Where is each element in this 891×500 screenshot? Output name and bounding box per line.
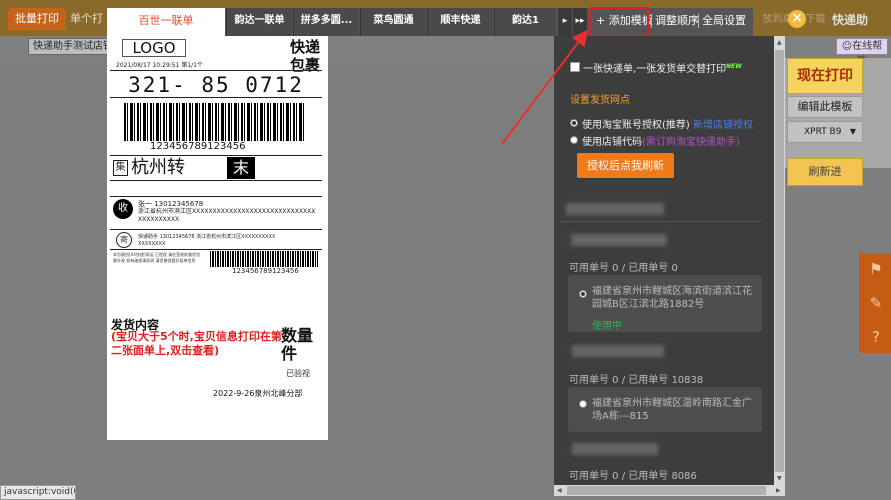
auth-refresh-button[interactable]: 授权后点我刷新 [577, 153, 674, 178]
barcode-small [210, 251, 318, 267]
header-separator [651, 14, 652, 28]
blurred-account [571, 234, 667, 246]
blurred-account [572, 443, 658, 455]
add-template-highlight [589, 7, 649, 37]
panel-hscroll-thumb[interactable] [567, 486, 766, 495]
new-badge: NEW [726, 63, 742, 70]
tab-single-print[interactable]: 单个打 [70, 8, 110, 30]
option-taobao: 使用淘宝账号授权(推荐) 新增店铺授权 [582, 116, 753, 131]
radio-taobao-auth[interactable] [570, 119, 578, 127]
add-shop-auth-link[interactable]: 新增店铺授权 [693, 120, 753, 131]
terms-text: 本包裹由[XX快递]承运 已验视 请在签收前查验包裹外观 如有破损请拒收 请妥善… [113, 252, 201, 263]
tab-scroll-end-icon[interactable]: ▸▸ [573, 8, 587, 36]
dest-tag-badge: 集 [113, 160, 128, 176]
scroll-up-icon[interactable]: ▲ [777, 39, 782, 46]
scroll-left-icon[interactable]: ◀ [557, 487, 562, 494]
edit-note-icon[interactable]: ✎ [866, 293, 886, 313]
radio-address-2[interactable] [579, 400, 587, 408]
chevron-down-icon: ▼ [849, 127, 856, 136]
barcode-number: 123456789123456 [150, 141, 246, 152]
receiver-icon: 收 [113, 199, 133, 219]
question-icon[interactable]: ? [866, 327, 886, 347]
barcode-small-number: 123456789123456 [232, 267, 299, 275]
help-icon: ☺ [841, 41, 853, 52]
refresh-button[interactable]: 刷新进 [787, 158, 863, 186]
quantity-label: 数量件 [281, 326, 314, 363]
tab-template-0[interactable]: 百世一联单 [107, 8, 225, 36]
alternate-print-label: 一张快递单,一张发货单交替打印 [583, 64, 727, 75]
radio-address-1[interactable] [579, 290, 587, 298]
panel-scroll-thumb[interactable] [775, 50, 784, 472]
section-title: 设置发货网点 [570, 95, 630, 106]
online-help-button[interactable]: ☺在线帮助 [836, 38, 888, 67]
carrier-logo: LOGO [122, 39, 186, 57]
tab-template-4[interactable]: 顺丰快递 [427, 8, 493, 36]
subscribe-link[interactable]: (需订购淘宝快递助手) [642, 137, 740, 148]
address-2: 福建省泉州市鲤城区温岭南路汇金广场A栋---815 [592, 398, 752, 422]
blurred-account [572, 345, 664, 357]
inspected-label: 已验视 [286, 369, 310, 378]
print-now-button[interactable]: 现在打印 [787, 58, 863, 94]
barcode [124, 103, 304, 141]
panel-divider [560, 221, 762, 222]
tab-template-5[interactable]: 韵达1 [494, 8, 556, 36]
printer-select[interactable]: XPRT B9 ▼ [787, 121, 863, 143]
address-1: 福建省泉州市鲤城区海滨街道滨江花园城B区江滨北路1882号 [592, 286, 752, 310]
global-settings-button[interactable]: 全局设置 [702, 8, 746, 36]
notification-icon[interactable]: ⚑ [866, 259, 886, 279]
close-icon[interactable]: × [788, 10, 806, 28]
destination-city: 杭州转 [131, 157, 185, 178]
waybill-count-2: 可用单号 0 / 已用单号 10838 [569, 375, 704, 386]
sender-icon: 寄 [116, 232, 132, 248]
tab-template-2[interactable]: 拼多多圆... [293, 8, 359, 36]
printer-value: XPRT B9 [804, 127, 842, 137]
option-shop: 使用店铺代码(需订购淘宝快递助手) [582, 133, 740, 148]
address-1-status: 使用中 [592, 321, 622, 332]
goods-note: (宝贝大于5个时,宝贝信息打印在第二张面单上,双击查看) [111, 330, 282, 357]
tab-batch-print[interactable]: 批量打印 [8, 8, 66, 30]
brand-logo: 快递助 [832, 13, 869, 27]
scroll-right-icon[interactable]: ▶ [776, 487, 781, 494]
radio-shop-code[interactable] [570, 136, 578, 144]
alternate-print-checkbox[interactable] [570, 62, 580, 72]
waybill-count-1: 可用单号 0 / 已用单号 0 [569, 263, 678, 274]
tab-template-3[interactable]: 菜鸟圆通 [360, 8, 426, 36]
header-separator [698, 14, 699, 28]
edit-template-button[interactable]: 编辑此模板 [787, 96, 863, 118]
option-taobao-label: 使用淘宝账号授权(推荐) [582, 120, 690, 131]
adjust-order-button[interactable]: 调整顺序 [655, 8, 699, 36]
browser-status-bar: javascript:void(0) [0, 485, 76, 500]
tab-template-1[interactable]: 韵达一联单 [226, 8, 292, 36]
blurred-account [566, 203, 664, 215]
tab-scroll-right-icon[interactable]: ▸ [558, 8, 572, 36]
option-shop-label: 使用店铺代码 [582, 137, 642, 148]
scroll-down-icon[interactable]: ▼ [777, 475, 782, 482]
waybill-count-3: 可用单号 0 / 已用单号 8086 [569, 471, 697, 482]
footer-date: 2022-9-26泉州北峰分部 [213, 389, 303, 398]
express-title: 快递包裹 [290, 38, 321, 74]
sender-info: 快递助手 13012345678 浙江省杭州市滨江区XXXXXXXXXXXXXX… [138, 234, 276, 247]
shop-select-button[interactable]: 快递助手测试店铺 [28, 38, 108, 55]
destination-end-badge: 末 [227, 157, 255, 179]
receiver-address: 浙江省杭州市滨江区XXXXXXXXXXXXXXXXXXXXXXXXXXXXXXX… [138, 208, 316, 223]
sort-code: 321- 85 0712 [110, 70, 322, 98]
print-datetime: 2021/08/17 10:29:51 第1/1个 [116, 62, 204, 69]
